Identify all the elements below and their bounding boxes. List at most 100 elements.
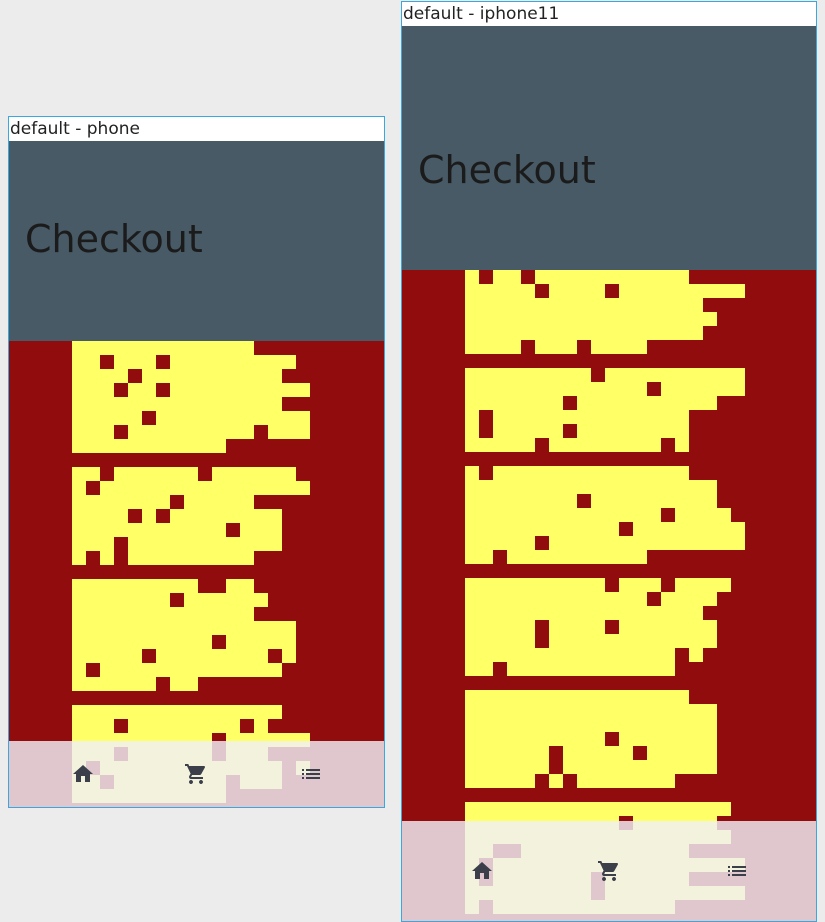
pattern-hole bbox=[114, 383, 128, 397]
pattern-block bbox=[72, 537, 282, 551]
nav-list-button[interactable] bbox=[281, 741, 341, 807]
pattern-hole bbox=[493, 550, 507, 564]
pattern-hole bbox=[521, 340, 535, 354]
pattern-hole bbox=[661, 578, 675, 592]
page-title: Checkout bbox=[25, 217, 203, 261]
nav-home-button[interactable] bbox=[53, 741, 113, 807]
pattern-block bbox=[465, 326, 703, 340]
pattern-block bbox=[465, 592, 717, 606]
pattern-hole bbox=[156, 677, 170, 691]
pattern-hole bbox=[100, 467, 114, 481]
home-icon bbox=[73, 765, 93, 782]
pattern-block bbox=[72, 383, 310, 397]
pattern-block bbox=[465, 312, 717, 326]
cart-icon bbox=[598, 861, 619, 881]
pattern-hole bbox=[549, 760, 563, 774]
pattern-hole bbox=[647, 592, 661, 606]
pattern-block bbox=[465, 606, 703, 620]
pattern-block bbox=[72, 397, 282, 411]
pattern-block bbox=[72, 509, 282, 523]
pattern-block bbox=[72, 425, 310, 439]
pattern-hole bbox=[142, 649, 156, 663]
pattern-block bbox=[465, 270, 689, 284]
pattern-hole bbox=[212, 579, 226, 593]
pattern-hole bbox=[142, 411, 156, 425]
pattern-block bbox=[465, 746, 717, 760]
pattern-hole bbox=[479, 466, 493, 480]
pattern-hole bbox=[591, 368, 605, 382]
nav-cart-button[interactable] bbox=[579, 821, 639, 921]
pattern-hole bbox=[156, 355, 170, 369]
pattern-block bbox=[465, 802, 731, 816]
pattern-block bbox=[465, 298, 703, 312]
pattern-hole bbox=[114, 537, 128, 551]
content-area bbox=[9, 341, 384, 807]
list-icon bbox=[728, 866, 746, 876]
pattern-hole bbox=[633, 746, 647, 760]
pattern-hole bbox=[100, 355, 114, 369]
pattern-hole bbox=[128, 369, 142, 383]
pattern-block bbox=[72, 719, 268, 733]
pattern-hole bbox=[535, 438, 549, 452]
nav-cart-button[interactable] bbox=[166, 741, 226, 807]
pattern-block bbox=[72, 481, 310, 495]
frame-label: default - iphone11 bbox=[403, 4, 560, 24]
bottom-navigation bbox=[402, 821, 816, 921]
bottom-navigation bbox=[9, 741, 384, 807]
nav-home-button[interactable] bbox=[452, 821, 512, 921]
pattern-hole bbox=[647, 382, 661, 396]
pattern-hole bbox=[86, 663, 100, 677]
pattern-block bbox=[465, 536, 745, 550]
pattern-hole bbox=[535, 284, 549, 298]
pattern-block bbox=[465, 396, 717, 410]
pattern-block bbox=[465, 480, 717, 494]
pattern-block bbox=[465, 382, 745, 396]
pattern-block bbox=[72, 705, 282, 719]
pattern-block bbox=[72, 607, 254, 621]
pattern-block bbox=[72, 495, 254, 509]
pattern-hole bbox=[114, 551, 128, 565]
pattern-block bbox=[72, 579, 254, 593]
list-icon bbox=[302, 769, 320, 779]
pattern-block bbox=[465, 340, 647, 354]
pattern-hole bbox=[86, 551, 100, 565]
pattern-hole bbox=[479, 270, 493, 284]
device-frame-iphone11: default - iphone11 Checkout bbox=[401, 1, 817, 922]
pattern-block bbox=[72, 341, 254, 355]
pattern-block bbox=[465, 522, 745, 536]
app-bar: Checkout bbox=[9, 141, 384, 341]
pattern-block bbox=[465, 760, 717, 774]
pattern-hole bbox=[535, 536, 549, 550]
pattern-hole bbox=[619, 522, 633, 536]
pattern-block bbox=[465, 620, 717, 634]
pattern-hole bbox=[86, 481, 100, 495]
pattern-block bbox=[72, 663, 282, 677]
pattern-hole bbox=[268, 649, 282, 663]
pattern-block bbox=[72, 677, 198, 691]
pattern-block bbox=[465, 438, 689, 452]
phone-screen: Checkout bbox=[9, 141, 384, 807]
pattern-hole bbox=[198, 579, 212, 593]
pattern-hole bbox=[549, 746, 563, 760]
pattern-block bbox=[465, 634, 717, 648]
pattern-hole bbox=[493, 662, 507, 676]
pattern-hole bbox=[563, 774, 577, 788]
home-icon bbox=[472, 862, 492, 879]
pattern-block bbox=[72, 649, 296, 663]
pattern-hole bbox=[563, 396, 577, 410]
pattern-block bbox=[465, 718, 717, 732]
pattern-block bbox=[72, 439, 226, 453]
pattern-block bbox=[465, 704, 717, 718]
frame-label: default - phone bbox=[10, 119, 140, 139]
pattern-block bbox=[465, 690, 689, 704]
pattern-hole bbox=[170, 593, 184, 607]
pattern-hole bbox=[605, 620, 619, 634]
pattern-hole bbox=[156, 383, 170, 397]
iphone11-screen: Checkout bbox=[402, 26, 816, 921]
pattern-hole bbox=[661, 508, 675, 522]
pattern-block bbox=[465, 578, 731, 592]
pattern-hole bbox=[226, 523, 240, 537]
pattern-block bbox=[465, 466, 689, 480]
nav-list-button[interactable] bbox=[707, 821, 767, 921]
pattern-hole bbox=[479, 410, 493, 424]
